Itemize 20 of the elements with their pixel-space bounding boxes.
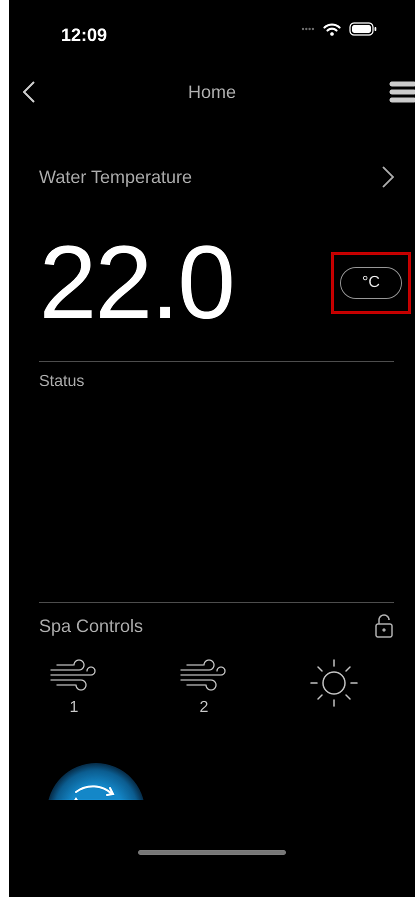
unit-toggle-button[interactable]: °C xyxy=(340,267,402,299)
section-title: Status xyxy=(39,372,86,392)
jet-button[interactable]: 1 xyxy=(39,658,109,720)
temperature-value: 22.0 xyxy=(39,231,234,335)
menu-icon xyxy=(388,80,415,103)
back-button[interactable] xyxy=(23,80,35,104)
signal-dots-icon xyxy=(301,27,315,31)
wifi-icon xyxy=(323,22,341,36)
unlocked-lock-icon[interactable] xyxy=(374,614,394,639)
battery-icon xyxy=(349,22,377,36)
back-icon xyxy=(23,80,35,103)
section-title: Spa Controls xyxy=(39,615,144,638)
chevron-button[interactable] xyxy=(382,166,394,190)
page-title: Home xyxy=(188,80,236,104)
chevron-right-icon xyxy=(382,166,394,188)
menu-button[interactable] xyxy=(388,80,415,104)
sun-icon xyxy=(309,658,359,708)
jet-button[interactable]: 2 xyxy=(169,658,239,720)
section-title: Water Temperature xyxy=(39,166,192,189)
time-label: 12:09 xyxy=(61,24,108,47)
